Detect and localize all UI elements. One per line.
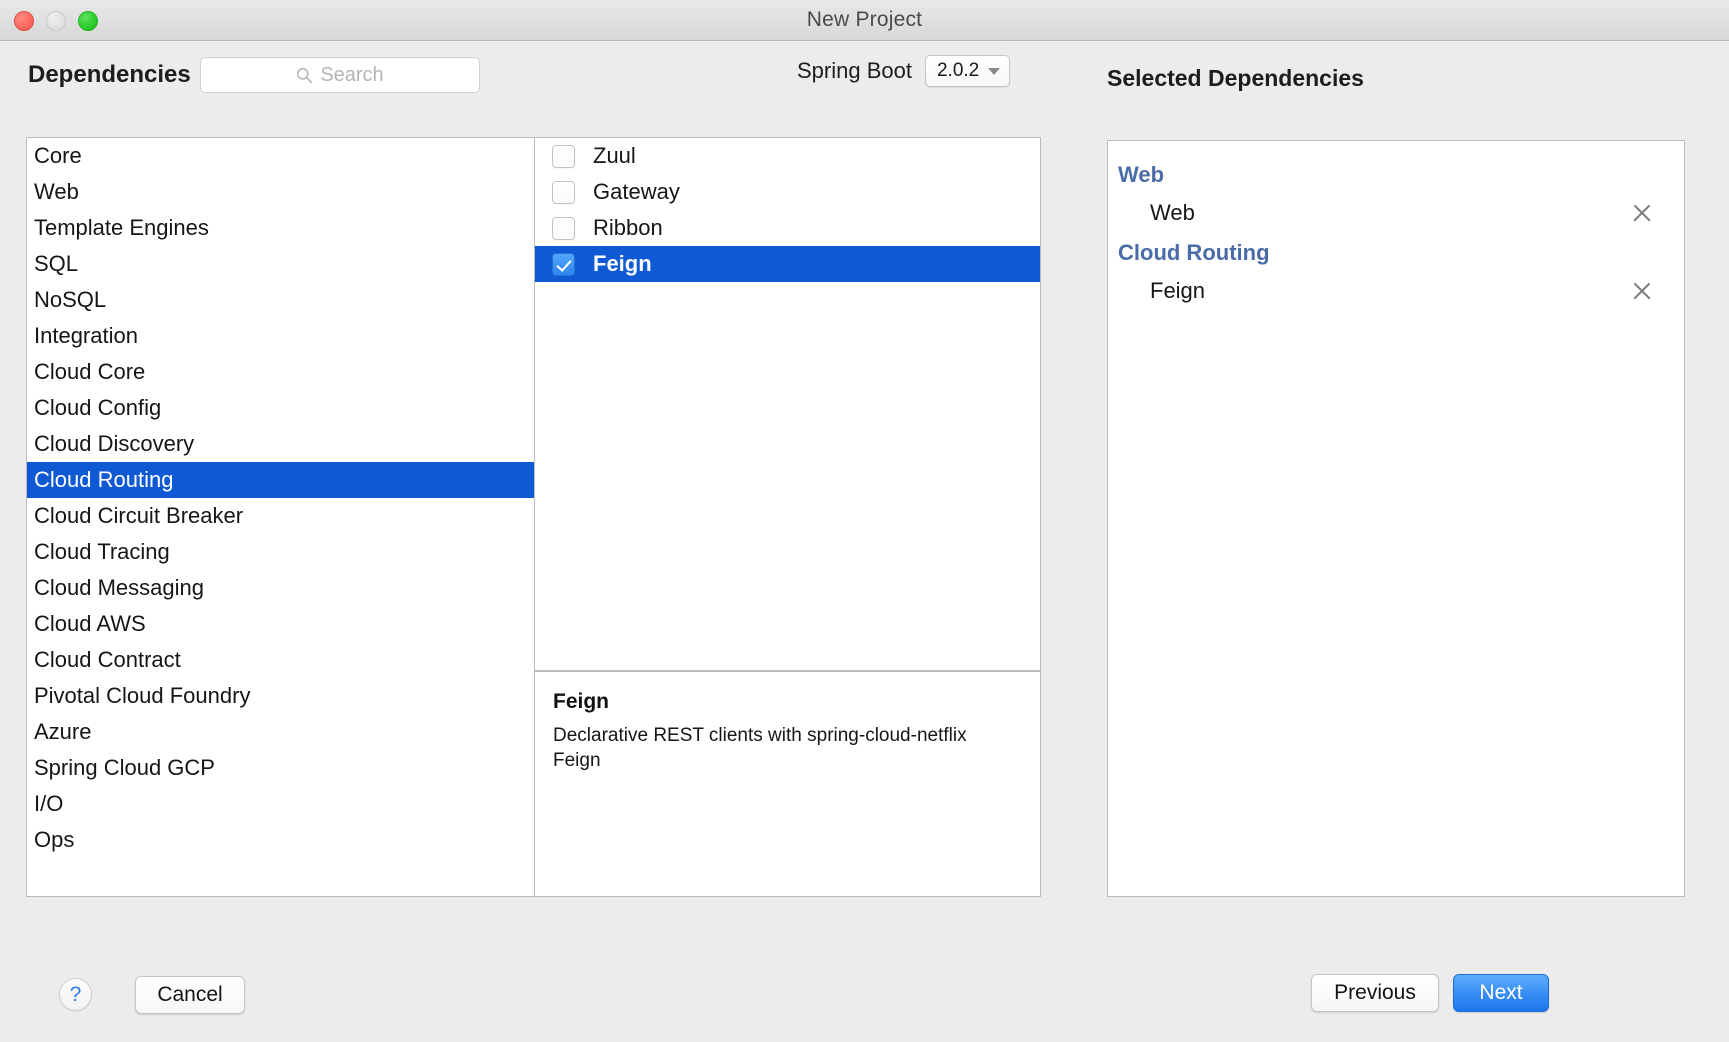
dependencies-list[interactable]: Zuul Gateway Ribbon Feign: [535, 138, 1040, 282]
dependencies-panel: Zuul Gateway Ribbon Feign: [534, 137, 1041, 671]
checkbox-icon[interactable]: [552, 216, 575, 240]
category-item[interactable]: Template Engines: [27, 210, 534, 246]
cancel-button[interactable]: Cancel: [135, 976, 245, 1014]
selected-dependencies-list: Web Web Cloud Routing Feign: [1108, 155, 1684, 311]
selected-dependencies-heading: Selected Dependencies: [1107, 65, 1364, 91]
close-window-button[interactable]: [14, 10, 34, 31]
header-row: Dependencies Search Spring Boot 2.0.2 Se…: [0, 49, 1729, 101]
selected-dependency-label: Feign: [1150, 278, 1206, 303]
categories-panel: Core Web Template Engines SQL NoSQL Integrati…: [26, 137, 534, 897]
category-item[interactable]: Cloud AWS: [27, 606, 534, 642]
checkbox-checked-icon[interactable]: [552, 252, 575, 276]
dialog-content: Dependencies Search Spring Boot 2.0.2 Se…: [0, 41, 1729, 1042]
category-item-label: Spring Cloud GCP: [34, 755, 215, 780]
search-input[interactable]: Search: [200, 57, 480, 93]
category-item-label: Cloud Circuit Breaker: [34, 503, 244, 528]
category-item-label: Ops: [34, 827, 75, 852]
category-item[interactable]: Cloud Routing: [27, 462, 534, 498]
dependency-row[interactable]: Feign: [535, 246, 1040, 282]
title-bar: New Project: [0, 0, 1729, 41]
dependency-row[interactable]: Ribbon: [535, 210, 1040, 246]
selected-dependency-item: Web: [1108, 193, 1684, 233]
selected-dependency-label: Web: [1150, 200, 1195, 225]
category-item[interactable]: Pivotal Cloud Foundry: [27, 678, 534, 714]
category-item-label: Pivotal Cloud Foundry: [34, 683, 251, 708]
window-controls: [14, 0, 98, 41]
category-item[interactable]: Spring Cloud GCP: [27, 750, 534, 786]
dependency-label: Feign: [593, 251, 652, 276]
dependency-label: Gateway: [593, 179, 680, 204]
search-icon: [297, 67, 313, 83]
dependency-description-panel: Feign Declarative REST clients with spri…: [534, 671, 1041, 897]
minimize-window-button[interactable]: [46, 10, 66, 31]
previous-button[interactable]: Previous: [1311, 974, 1439, 1012]
category-item[interactable]: Integration: [27, 318, 534, 354]
selected-group-title: Cloud Routing: [1118, 240, 1270, 265]
next-button[interactable]: Next: [1453, 974, 1549, 1012]
help-button[interactable]: ?: [59, 978, 92, 1011]
chevron-down-icon: [988, 67, 1001, 75]
category-item-label: Azure: [34, 719, 92, 744]
category-item-label: Cloud Messaging: [34, 575, 204, 600]
category-item-label: Core: [34, 143, 82, 168]
category-item-label: Template Engines: [34, 215, 209, 240]
remove-dependency-icon[interactable]: [1630, 201, 1654, 225]
dialog-footer: ? Cancel Previous Next: [0, 938, 1729, 1042]
category-item[interactable]: Ops: [27, 822, 534, 858]
category-item[interactable]: Cloud Config: [27, 390, 534, 426]
category-item[interactable]: Cloud Circuit Breaker: [27, 498, 534, 534]
category-item[interactable]: Azure: [27, 714, 534, 750]
dependencies-heading: Dependencies: [28, 61, 191, 88]
category-item-label: Cloud Contract: [34, 647, 181, 672]
category-item[interactable]: I/O: [27, 786, 534, 822]
category-item-label: Cloud AWS: [34, 611, 146, 636]
description-title: Feign: [553, 690, 609, 713]
category-item-label: I/O: [34, 791, 64, 816]
dependency-row[interactable]: Zuul: [535, 138, 1040, 174]
checkbox-icon[interactable]: [552, 144, 575, 168]
selected-group-title: Web: [1118, 162, 1165, 187]
category-item-label: Cloud Routing: [34, 467, 174, 492]
category-item-label: Web: [34, 179, 79, 204]
dependency-label: Zuul: [593, 143, 636, 168]
category-item[interactable]: Cloud Tracing: [27, 534, 534, 570]
category-item[interactable]: Cloud Core: [27, 354, 534, 390]
category-item-label: SQL: [34, 251, 79, 276]
category-item[interactable]: Web: [27, 174, 534, 210]
category-item[interactable]: Core: [27, 138, 534, 174]
new-project-dialog: New Project Dependencies Search Spring B…: [0, 0, 1729, 1042]
category-item-label: Cloud Discovery: [34, 431, 195, 456]
category-item[interactable]: Cloud Contract: [27, 642, 534, 678]
category-item-label: Cloud Core: [34, 359, 146, 384]
search-placeholder: Search: [320, 63, 384, 86]
selected-dependencies-panel: Web Web Cloud Routing Feign: [1107, 140, 1685, 897]
spring-boot-version-group: Spring Boot 2.0.2: [797, 55, 1011, 87]
category-item-label: Integration: [34, 323, 138, 348]
maximize-window-button[interactable]: [78, 10, 98, 31]
dependency-label: Ribbon: [593, 215, 663, 240]
window-title: New Project: [806, 8, 923, 31]
category-item-label: Cloud Tracing: [34, 539, 170, 564]
category-item-label: NoSQL: [34, 287, 107, 312]
selected-dependency-item: Feign: [1108, 271, 1684, 311]
category-item[interactable]: Cloud Discovery: [27, 426, 534, 462]
category-item[interactable]: NoSQL: [27, 282, 534, 318]
category-item[interactable]: SQL: [27, 246, 534, 282]
categories-list[interactable]: Core Web Template Engines SQL NoSQL Integrati…: [27, 138, 534, 858]
spring-boot-version-select[interactable]: 2.0.2: [924, 55, 1011, 87]
dependency-row[interactable]: Gateway: [535, 174, 1040, 210]
checkbox-icon[interactable]: [552, 180, 575, 204]
category-item[interactable]: Cloud Messaging: [27, 570, 534, 606]
spring-boot-label: Spring Boot: [797, 58, 912, 83]
description-text: Declarative REST clients with spring-clo…: [553, 725, 967, 772]
category-item-label: Cloud Config: [34, 395, 162, 420]
remove-dependency-icon[interactable]: [1630, 279, 1654, 303]
spring-boot-version-value: 2.0.2: [936, 60, 980, 81]
